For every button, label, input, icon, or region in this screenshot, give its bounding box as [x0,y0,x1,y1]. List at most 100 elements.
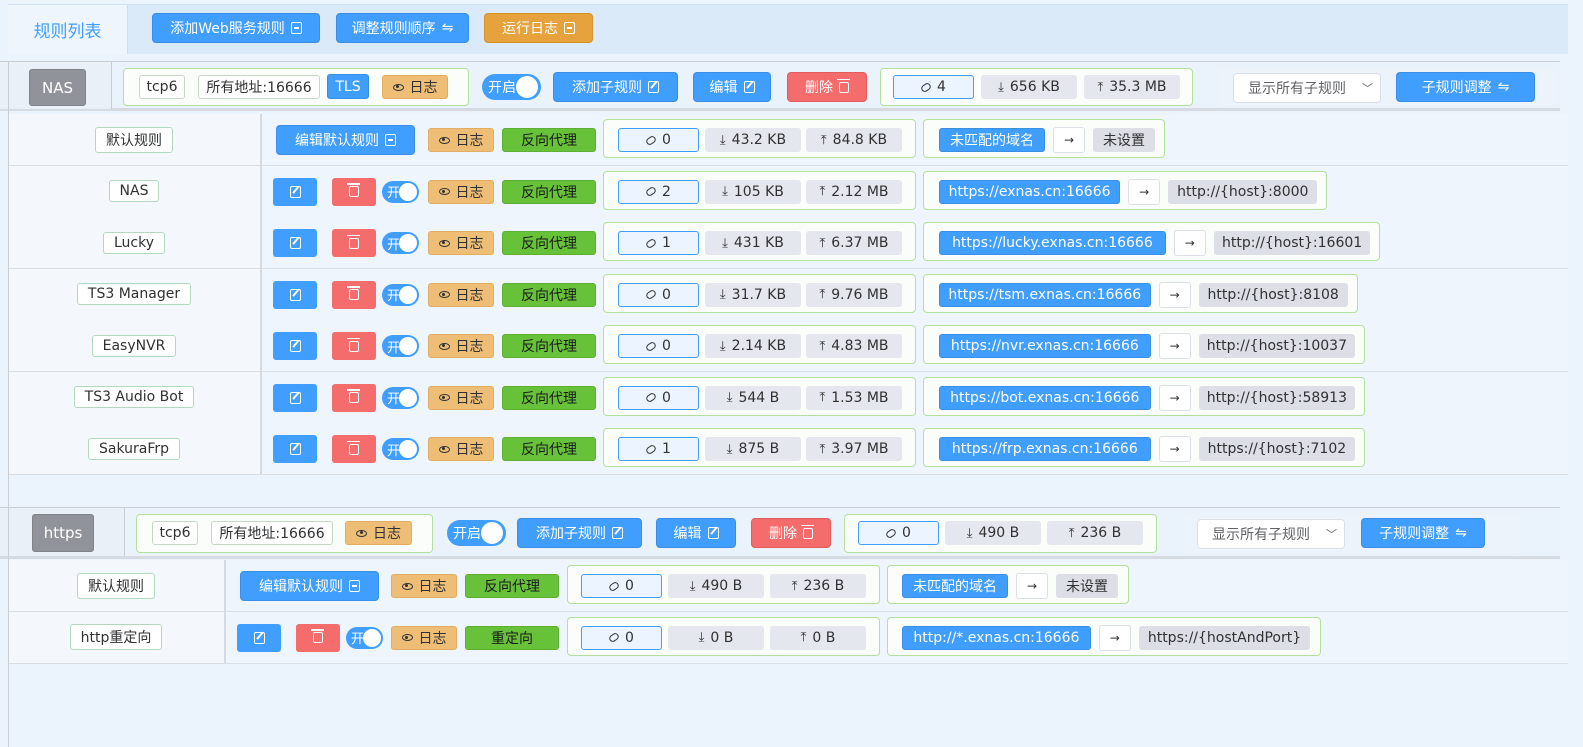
log-tag[interactable]: 日志 [345,521,412,545]
rule-enable-toggle[interactable]: 开 [382,335,419,357]
eye-icon [438,291,450,298]
log-label: 日志 [409,80,438,96]
download-value: 875 B [738,441,780,457]
sub-rule-adjust-button[interactable]: 子规则调整 ⇋ [1396,72,1535,102]
swap-icon: ⇋ [1497,79,1510,95]
section-enable-toggle[interactable]: 开启 [482,74,541,100]
section-enable-toggle[interactable]: 开启 [447,520,506,546]
edit-rule-button[interactable] [273,177,317,206]
edit-default-rule-button[interactable]: 编辑默认规则 [240,571,379,601]
sub-rule-adjust-label: 子规则调整 [1379,526,1450,542]
arrow-right-icon: → [1173,230,1206,256]
add-sub-rule-label: 添加子规则 [572,80,642,96]
edit-rule-button[interactable] [273,280,317,309]
toggle-knob [363,628,381,647]
rule-enable-toggle[interactable]: 开 [382,180,419,203]
add-sub-rule-button[interactable]: 添加子规则 [517,518,642,548]
upload-icon: ⤒ [800,630,807,645]
rule-enable-toggle[interactable]: 开 [382,283,419,306]
rule-label-cell: TS3 Manager [8,268,262,320]
log-tag[interactable]: 日志 [382,75,448,99]
eye-icon [438,342,450,350]
log-tag[interactable]: 日志 [428,282,494,307]
target-address-tag: 未设置 [1056,574,1118,598]
rule-label-cell: 默认规则 [8,560,226,611]
link-icon [644,134,658,146]
log-label: 日志 [455,133,484,149]
rule-enable-toggle[interactable]: 开 [346,626,383,649]
tab-rule-list[interactable]: 规则列表 [8,5,128,54]
edit-button[interactable]: 编辑 [693,72,771,102]
log-tag[interactable]: 日志 [391,574,457,598]
log-label: 日志 [455,184,484,201]
rule-enable-toggle[interactable]: 开 [382,386,419,409]
edit-rule-button[interactable] [273,383,317,412]
edit-label: 编辑 [709,80,738,96]
show-sub-rules-select[interactable]: 显示所有子规则 ﹀ [1233,73,1381,103]
source-domain-tag: http://*.exnas.cn:16666 [902,625,1091,650]
rule-type-tag: 反向代理 [502,385,596,410]
toggle-knob [399,285,417,304]
edit-default-rule-button[interactable]: 编辑默认规则 [276,125,415,155]
eye-icon [438,136,450,144]
delete-rule-button[interactable] [332,435,376,463]
edit-rule-button[interactable] [273,435,317,463]
sub-rule-adjust-label: 子规则调整 [1421,80,1492,96]
delete-rule-button[interactable] [332,332,376,360]
link-icon [884,527,898,539]
add-web-rule-button[interactable]: 添加Web服务规则 [152,13,320,43]
run-log-button[interactable]: 运行日志 [484,13,593,43]
trash-icon [347,389,360,403]
rule-enable-toggle[interactable]: 开 [382,232,419,254]
upload-value: 0 B [812,629,836,646]
trash-icon [347,234,360,249]
rule-enable-toggle[interactable]: 开 [382,438,419,460]
delete-rule-button[interactable] [332,229,376,257]
connections-count: 0 [625,578,634,594]
edit-icon [743,81,755,93]
delete-rule-button[interactable] [332,280,376,309]
arrow-right-icon: → [1053,127,1085,153]
connections-tag: 0 [618,128,699,152]
log-tag[interactable]: 日志 [428,128,494,152]
edit-rule-button[interactable] [237,623,281,652]
target-address-tag: http://{host}:16601 [1213,231,1371,255]
edit-rule-button[interactable] [273,229,317,257]
show-sub-rules-select[interactable]: 显示所有子规则 ﹀ [1197,519,1345,549]
download-icon: ⤓ [726,390,733,405]
edit-button[interactable]: 编辑 [656,518,736,548]
edit-default-rule-label: 编辑默认规则 [259,579,343,595]
log-tag[interactable]: 日志 [428,334,494,358]
log-tag[interactable]: 日志 [391,625,457,650]
rule-type-tag: 反向代理 [502,231,596,255]
document-add-icon [290,22,302,34]
trash-icon [347,183,360,197]
arrow-right-icon: → [1016,573,1048,599]
delete-button[interactable]: 删除 [787,72,867,102]
delete-button[interactable]: 删除 [751,518,831,548]
connections-tag: 0 [858,521,939,545]
delete-rule-button[interactable] [332,383,376,412]
edit-default-rule-label: 编辑默认规则 [295,133,379,149]
log-tag[interactable]: 日志 [428,385,494,410]
upload-tag: ⤒ 2.12 MB [806,179,902,204]
connections-count: 0 [662,286,671,303]
download-value: 0 B [710,629,734,646]
add-sub-rule-button[interactable]: 添加子规则 [553,72,678,102]
log-tag[interactable]: 日志 [428,179,494,204]
log-tag[interactable]: 日志 [428,437,494,461]
download-icon: ⤓ [719,132,726,148]
delete-rule-button[interactable] [296,623,340,652]
toggle-knob [399,337,417,355]
adjust-rule-order-button[interactable]: 调整规则顺序 ⇋ [336,13,469,43]
upload-tag: ⤒ 4.83 MB [806,334,902,358]
delete-rule-button[interactable] [332,177,376,206]
target-address-tag: http://{host}:8108 [1198,282,1348,307]
connections-count: 0 [662,389,671,406]
rule-name: TS3 Audio Bot [73,386,195,408]
edit-rule-button[interactable] [273,332,317,360]
sub-rule-adjust-button[interactable]: 子规则调整 ⇋ [1361,518,1485,548]
upload-value: 1.53 MB [831,389,889,406]
address-tag: 所有地址:16666 [198,75,320,99]
log-tag[interactable]: 日志 [428,231,494,255]
